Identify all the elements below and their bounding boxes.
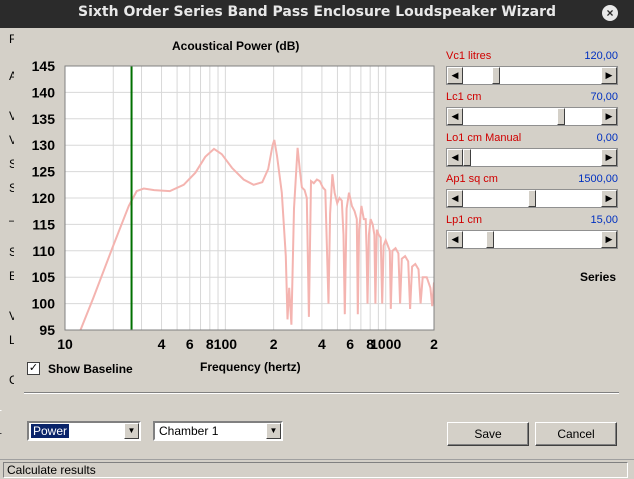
arrow-left-icon[interactable]: ◀	[447, 108, 463, 125]
y-tick-label: 100	[32, 296, 56, 312]
status-bar: Calculate results	[0, 459, 634, 479]
slider-track[interactable]: ◀ ▶	[446, 230, 618, 249]
y-tick-label: 135	[32, 111, 56, 127]
slider-value: 15,00	[590, 214, 618, 226]
y-tick-labels: 95 100 105 110 115 120 125 130 135 140 145	[32, 58, 56, 338]
select-value: Chamber 1	[159, 424, 219, 438]
y-tick-label: 120	[32, 190, 56, 206]
slider-value: 70,00	[590, 91, 618, 103]
y-tick-label: 105	[32, 269, 56, 285]
arrow-right-icon[interactable]: ▶	[601, 108, 617, 125]
save-button[interactable]: Save	[447, 422, 529, 446]
arrow-right-icon[interactable]: ▶	[601, 67, 617, 84]
show-baseline-checkbox[interactable]: ✓	[27, 362, 40, 375]
slider-track[interactable]: ◀ ▶	[446, 148, 618, 167]
x-tick-label: 2	[270, 336, 278, 352]
slider-label: Lc1 cm	[446, 91, 482, 103]
slider-track[interactable]: ◀ ▶	[446, 107, 618, 126]
chevron-down-icon[interactable]: ▼	[266, 423, 281, 439]
slider-value: 0,00	[596, 132, 618, 144]
slider-value: 120,00	[584, 50, 618, 62]
x-axis-title: Frequency (hertz)	[200, 360, 301, 374]
x-tick-label: 1000	[370, 336, 401, 352]
arrow-left-icon[interactable]: ◀	[447, 67, 463, 84]
arrow-right-icon[interactable]: ▶	[601, 231, 617, 248]
x-tick-label: 4	[158, 336, 166, 352]
slider-label: Ap1 sq cm	[446, 173, 498, 185]
y-tick-label: 145	[32, 58, 56, 74]
arrow-left-icon[interactable]: ◀	[447, 231, 463, 248]
y-tick-label: 110	[32, 243, 55, 259]
slider-label: Lp1 cm	[446, 214, 483, 226]
arrow-right-icon[interactable]: ▶	[601, 190, 617, 207]
x-tick-label: 6	[346, 336, 354, 352]
slider-thumb[interactable]	[528, 190, 536, 207]
plot-type-select[interactable]: Power ▼	[27, 421, 141, 441]
slider-thumb[interactable]	[463, 149, 471, 166]
x-tick-label: 10	[57, 336, 73, 352]
y-tick-label: 115	[32, 216, 55, 232]
y-tick-label: 140	[32, 84, 56, 100]
slider-label: Lo1 cm Manual	[446, 132, 522, 144]
status-text: Calculate results	[3, 462, 628, 478]
chevron-down-icon[interactable]: ▼	[124, 423, 139, 439]
slider-value: 1500,00	[578, 173, 618, 185]
cancel-button[interactable]: Cancel	[535, 422, 617, 446]
arrow-left-icon[interactable]: ◀	[447, 149, 463, 166]
slider-label: Vc1 litres	[446, 50, 492, 62]
y-tick-label: 130	[32, 137, 56, 153]
chamber-select[interactable]: Chamber 1 ▼	[153, 421, 283, 441]
arrow-left-icon[interactable]: ◀	[447, 190, 463, 207]
x-tick-label: 4	[318, 336, 326, 352]
x-tick-label: 6	[186, 336, 194, 352]
select-value: Power	[31, 424, 70, 438]
slider-track[interactable]: ◀ ▶	[446, 189, 618, 208]
series-label: Series	[580, 270, 617, 284]
x-tick-label: 2	[430, 336, 438, 352]
slider-track[interactable]: ◀ ▶	[446, 66, 618, 85]
y-tick-label: 125	[32, 164, 56, 180]
slider-thumb[interactable]	[486, 231, 495, 248]
x-tick-labels: 10 4 6 8 100 2 4 6 81000 2	[57, 336, 438, 352]
arrow-right-icon[interactable]: ▶	[601, 149, 617, 166]
show-baseline-label[interactable]: Show Baseline	[48, 362, 133, 376]
slider-thumb[interactable]	[491, 67, 500, 84]
slider-thumb[interactable]	[556, 108, 565, 125]
separator	[24, 392, 619, 394]
y-tick-label: 95	[39, 322, 55, 338]
x-tick-label: 100	[214, 336, 238, 352]
